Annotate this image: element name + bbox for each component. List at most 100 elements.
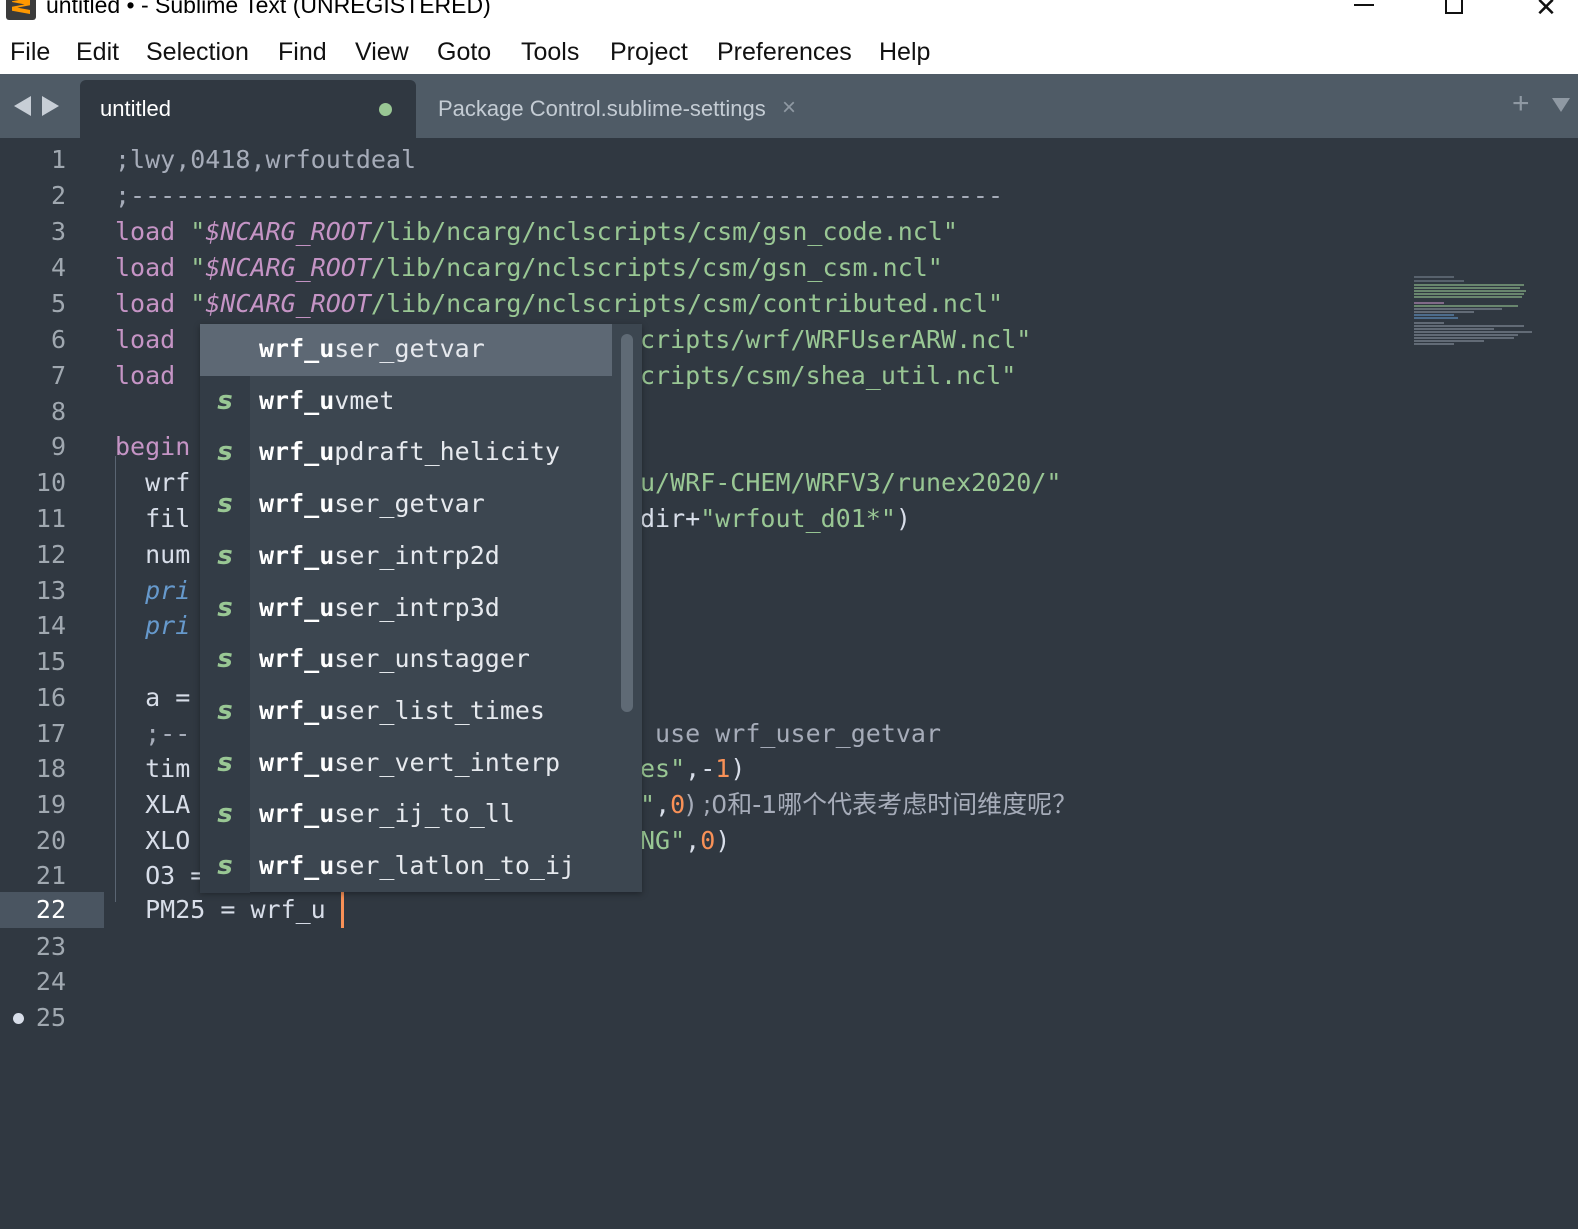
menu-edit[interactable]: Edit bbox=[76, 38, 119, 67]
autocomplete-item-label: wrf_uvmet bbox=[259, 386, 395, 415]
new-tab-icon[interactable]: + bbox=[1512, 88, 1530, 120]
menu-find[interactable]: Find bbox=[278, 38, 327, 67]
autocomplete-item-label: wrf_user_vert_interp bbox=[259, 748, 561, 777]
tab-list-dropdown-icon[interactable] bbox=[1552, 98, 1570, 112]
line-number: 4 bbox=[50, 253, 66, 282]
code-line-20: XLO bbox=[115, 823, 190, 859]
code-line-11-tail: dir+"wrfout_d01*") bbox=[640, 501, 911, 537]
comment-token: ;-- bbox=[115, 719, 191, 748]
comment-token: ;---------------------------------------… bbox=[115, 181, 1004, 210]
number-token: 0 bbox=[670, 790, 686, 819]
minimap-line bbox=[1414, 331, 1532, 333]
snippet-kind-icon: s bbox=[200, 376, 250, 428]
maximize-icon bbox=[1445, 0, 1463, 14]
code-line-16: a = bbox=[115, 680, 190, 716]
code-line-17: ;-- bbox=[115, 716, 190, 752]
menu-view[interactable]: View bbox=[355, 38, 409, 67]
tab-bar: untitled Package Control.sublime-setting… bbox=[0, 74, 1578, 138]
code-text: PM25 = wrf_u bbox=[115, 895, 326, 924]
code-text: , bbox=[685, 826, 701, 855]
code-text: XLA bbox=[115, 790, 191, 819]
code-line-14: pri bbox=[115, 608, 190, 644]
line-number: 24 bbox=[35, 967, 66, 996]
comment-token: ;lwy,0418,wrfoutdeal bbox=[115, 145, 417, 174]
minimap-line bbox=[1414, 280, 1464, 282]
string-token: NG" bbox=[640, 826, 686, 855]
menu-goto[interactable]: Goto bbox=[437, 38, 491, 67]
menu-bar: File Edit Selection Find View Goto Tools… bbox=[0, 28, 1578, 74]
code-line-22: PM25 = wrf_u bbox=[115, 892, 326, 928]
autocomplete-item[interactable]: s wrf_user_intrp2d bbox=[200, 531, 612, 583]
autocomplete-item[interactable]: s wrf_user_list_times bbox=[200, 686, 612, 738]
string-token: /lib/ncarg/nclscripts/csm/gsn_code.ncl" bbox=[370, 217, 958, 246]
autocomplete-item[interactable]: s wrf_user_intrp3d bbox=[200, 583, 612, 635]
line-number: 11 bbox=[35, 504, 66, 533]
menu-help[interactable]: Help bbox=[879, 38, 930, 67]
autocomplete-item-label: wrf_user_intrp2d bbox=[259, 541, 500, 570]
autocomplete-scroll-thumb[interactable] bbox=[621, 334, 633, 712]
code-text: ,- bbox=[685, 754, 716, 783]
function-token: pri bbox=[115, 576, 191, 605]
minimap-line bbox=[1414, 317, 1458, 319]
autocomplete-item[interactable]: s wrf_user_unstagger bbox=[200, 634, 612, 686]
sublime-logo-icon bbox=[6, 0, 36, 20]
code-text: wrf bbox=[115, 468, 191, 497]
menu-file[interactable]: File bbox=[10, 38, 50, 67]
autocomplete-item[interactable]: s wrf_user_getvar bbox=[200, 479, 612, 531]
tab-package-control-settings[interactable]: Package Control.sublime-settings × bbox=[420, 80, 820, 138]
autocomplete-item[interactable]: wrf_user_getvar bbox=[200, 324, 612, 376]
line-number: 10 bbox=[35, 468, 66, 497]
variable-token: $NCARG_ROOT bbox=[205, 253, 371, 282]
tab-untitled[interactable]: untitled bbox=[80, 80, 416, 138]
minimize-button[interactable] bbox=[1344, 0, 1384, 22]
keyword-token: load bbox=[115, 361, 176, 390]
autocomplete-item[interactable]: s wrf_user_latlon_to_ij bbox=[200, 841, 612, 893]
minimap[interactable] bbox=[1414, 276, 1544, 376]
editor-area[interactable]: ;lwy,0418,wrfoutdeal ;------------------… bbox=[0, 138, 1578, 1229]
autocomplete-item[interactable]: s wrf_user_ij_to_ll bbox=[200, 789, 612, 841]
string-token: " bbox=[175, 217, 206, 246]
tab-back-arrow-icon[interactable] bbox=[14, 96, 31, 116]
autocomplete-item[interactable]: s wrf_updraft_helicity bbox=[200, 427, 612, 479]
code-line-9: begin bbox=[115, 429, 190, 465]
maximize-button[interactable] bbox=[1434, 0, 1474, 22]
autocomplete-item-label: wrf_user_getvar bbox=[259, 489, 485, 518]
menu-project[interactable]: Project bbox=[610, 38, 688, 67]
tab-forward-arrow-icon[interactable] bbox=[42, 96, 59, 116]
code-line-6: load bbox=[115, 322, 175, 358]
minimap-line bbox=[1414, 334, 1518, 336]
autocomplete-item[interactable]: s wrf_uvmet bbox=[200, 376, 612, 428]
code-line-7-tail: cripts/csm/shea_util.ncl" bbox=[640, 358, 1016, 394]
unsaved-dot-icon[interactable] bbox=[379, 103, 392, 116]
comment-token: ) ;0和-1哪个代表考虑时间维度呢？ bbox=[685, 790, 1078, 819]
line-number: 21 bbox=[35, 861, 66, 890]
menu-tools[interactable]: Tools bbox=[521, 38, 579, 67]
menu-selection[interactable]: Selection bbox=[146, 38, 249, 67]
line-number: 3 bbox=[50, 217, 66, 246]
minimap-line bbox=[1414, 343, 1454, 345]
autocomplete-item-label: wrf_updraft_helicity bbox=[259, 437, 561, 466]
code-line-20-tail: NG",0) bbox=[640, 823, 730, 859]
line-number: 5 bbox=[50, 289, 66, 318]
menu-preferences[interactable]: Preferences bbox=[717, 38, 852, 67]
snippet-kind-icon bbox=[200, 324, 250, 376]
minimap-line bbox=[1414, 287, 1520, 289]
code-line-10-tail: u/WRF-CHEM/WRFV3/runex2020/" bbox=[640, 465, 1061, 501]
close-window-button[interactable]: ✕ bbox=[1526, 0, 1566, 22]
autocomplete-item[interactable]: s wrf_user_vert_interp bbox=[200, 738, 612, 790]
string-token: cripts/csm/shea_util.ncl" bbox=[640, 361, 1017, 390]
autocomplete-item-label: wrf_user_intrp3d bbox=[259, 593, 500, 622]
line-number: 8 bbox=[50, 397, 66, 426]
code-text: ) bbox=[730, 754, 746, 783]
tab-label: Package Control.sublime-settings bbox=[438, 96, 766, 121]
number-token: 1 bbox=[715, 754, 731, 783]
text-caret bbox=[341, 892, 344, 928]
line-number: 18 bbox=[35, 754, 66, 783]
close-tab-icon[interactable]: × bbox=[782, 94, 796, 122]
line-number: 2 bbox=[50, 181, 66, 210]
code-line-11: fil bbox=[115, 501, 190, 537]
line-number: 14 bbox=[35, 611, 66, 640]
code-text: a = bbox=[115, 683, 191, 712]
variable-token: $NCARG_ROOT bbox=[205, 289, 371, 318]
minimap-line bbox=[1414, 314, 1454, 316]
